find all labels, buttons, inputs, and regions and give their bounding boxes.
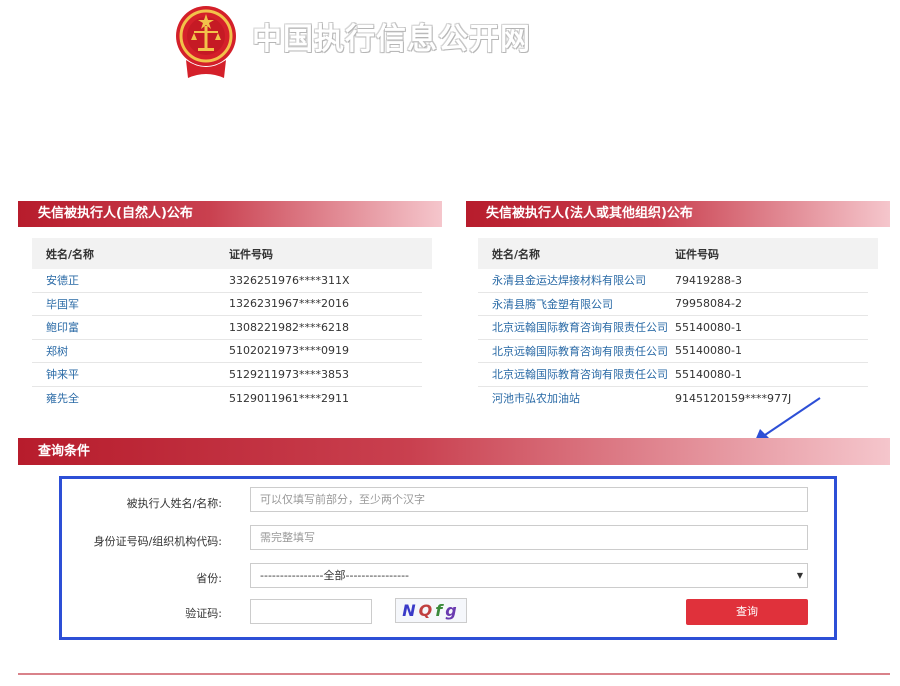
org-name-link[interactable]: 永清县腾飞金塑有限公司 (478, 296, 675, 312)
table-row[interactable]: 永清县腾飞金塑有限公司 79958084-2 (478, 293, 868, 316)
table-row[interactable]: 雍先全 5129011961****2911 (32, 387, 422, 411)
table-row[interactable]: 郑树 5102021973****0919 (32, 340, 422, 363)
table-row[interactable]: 北京远翰国际教育咨询有限责任公司 55140080-1 (478, 363, 868, 387)
person-id: 1326231967****2016 (229, 297, 349, 311)
captcha-image[interactable]: NQfg (395, 598, 467, 623)
table-row[interactable]: 北京远翰国际教育咨询有限责任公司 55140080-1 (478, 316, 868, 340)
column-header-name: 姓名/名称 (46, 247, 95, 261)
captcha-char: f (435, 601, 446, 620)
org-name-link[interactable]: 永清县金运达焊接材料有限公司 (478, 272, 675, 288)
column-header-id: 证件号码 (675, 247, 719, 261)
person-id: 5129211973****3853 (229, 367, 349, 381)
org-id: 55140080-1 (675, 367, 742, 381)
table-header: 姓名/名称 证件号码 (32, 238, 432, 269)
table-row[interactable]: 毕国军 1326231967****2016 (32, 293, 422, 316)
org-id: 79419288-3 (675, 273, 742, 287)
org-name-link[interactable]: 河池市弘农加油站 (478, 390, 675, 406)
person-name-link[interactable]: 钟来平 (32, 366, 229, 382)
person-id: 5102021973****0919 (229, 344, 349, 358)
org-id: 55140080-1 (675, 344, 742, 358)
organizations-table: 姓名/名称 证件号码 永清县金运达焊接材料有限公司 79419288-3 永清县… (478, 238, 878, 410)
org-id: 79958084-2 (675, 297, 742, 311)
person-name-link[interactable]: 安德正 (32, 272, 229, 288)
query-section-title: 查询条件 (18, 438, 890, 465)
name-input[interactable]: 可以仅填写前部分，至少两个汉字 (250, 487, 808, 512)
province-select[interactable]: ----------------全部---------------- ▼ (250, 563, 808, 588)
id-label: 身份证号码/组织机构代码: (93, 535, 222, 548)
person-id: 3326251976****311X (229, 273, 350, 287)
table-row[interactable]: 鲍印富 1308221982****6218 (32, 316, 422, 340)
id-input[interactable]: 需完整填写 (250, 525, 808, 550)
person-name-link[interactable]: 毕国军 (32, 296, 229, 312)
search-button[interactable]: 查询 (686, 599, 808, 625)
natural-persons-title: 失信被执行人(自然人)公布 (18, 201, 442, 227)
captcha-char: N (402, 601, 419, 620)
person-name-link[interactable]: 郑树 (32, 343, 229, 359)
organizations-title: 失信被执行人(法人或其他组织)公布 (466, 201, 890, 227)
org-id: 55140080-1 (675, 320, 742, 334)
captcha-input[interactable] (250, 599, 372, 624)
table-row[interactable]: 永清县金运达焊接材料有限公司 79419288-3 (478, 269, 868, 293)
org-name-link[interactable]: 北京远翰国际教育咨询有限责任公司 (478, 366, 675, 382)
column-header-id: 证件号码 (229, 247, 273, 261)
org-name-link[interactable]: 北京远翰国际教育咨询有限责任公司 (478, 319, 675, 335)
person-name-link[interactable]: 雍先全 (32, 390, 229, 406)
org-name-link[interactable]: 北京远翰国际教育咨询有限责任公司 (478, 343, 675, 359)
name-label: 被执行人姓名/名称: (126, 497, 222, 510)
table-header: 姓名/名称 证件号码 (478, 238, 878, 269)
court-emblem-icon (176, 6, 236, 78)
dropdown-arrow-icon: ▼ (796, 571, 803, 580)
column-header-name: 姓名/名称 (492, 247, 541, 261)
person-id: 1308221982****6218 (229, 320, 349, 334)
captcha-label: 验证码: (185, 607, 222, 620)
bottom-divider (18, 673, 890, 675)
captcha-char: g (445, 601, 460, 620)
person-id: 5129011961****2911 (229, 391, 349, 405)
province-label: 省份: (196, 572, 222, 585)
natural-persons-table: 姓名/名称 证件号码 安德正 3326251976****311X 毕国军 13… (32, 238, 432, 410)
site-title: 中国执行信息公开网 (252, 22, 531, 57)
table-row[interactable]: 钟来平 5129211973****3853 (32, 363, 422, 387)
person-name-link[interactable]: 鲍印富 (32, 319, 229, 335)
table-row[interactable]: 安德正 3326251976****311X (32, 269, 422, 293)
province-selected-value: ----------------全部---------------- (260, 569, 410, 582)
captcha-char: Q (418, 601, 436, 620)
query-form: 被执行人姓名/名称: 可以仅填写前部分，至少两个汉字 身份证号码/组织机构代码:… (59, 476, 837, 640)
table-row[interactable]: 北京远翰国际教育咨询有限责任公司 55140080-1 (478, 340, 868, 363)
